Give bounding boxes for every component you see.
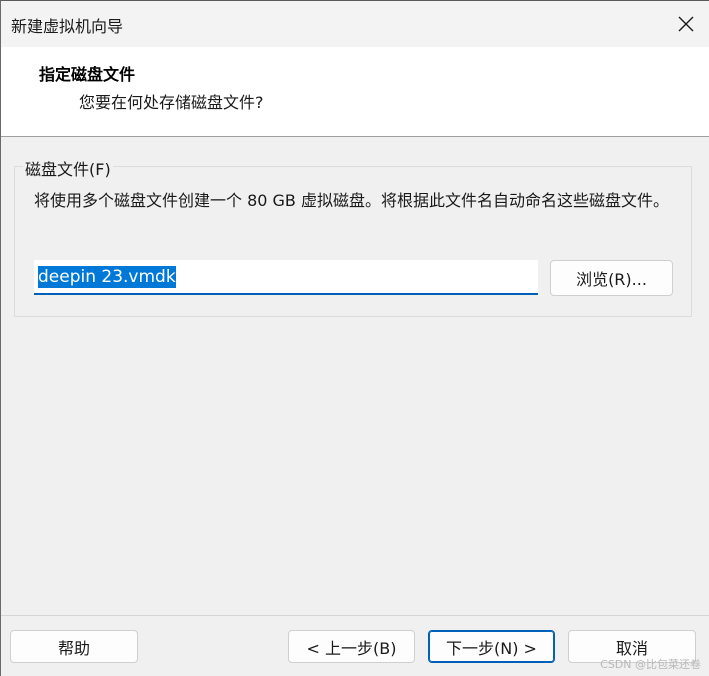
back-button[interactable]: < 上一步(B) xyxy=(288,630,415,663)
close-icon xyxy=(678,16,694,32)
wizard-header: 指定磁盘文件 您要在何处存储磁盘文件? xyxy=(1,47,709,137)
close-button[interactable] xyxy=(669,7,703,41)
help-button[interactable]: 帮助 xyxy=(10,630,138,663)
disk-file-group-legend: 磁盘文件(F) xyxy=(23,156,113,180)
disk-file-name-input[interactable]: deepin 23.vmdk xyxy=(34,260,538,295)
title-bar: 新建虚拟机向导 xyxy=(1,1,709,47)
browse-button[interactable]: 浏览(R)... xyxy=(550,260,673,296)
footer-divider xyxy=(1,615,709,616)
window-title: 新建虚拟机向导 xyxy=(11,17,124,36)
new-vm-wizard-window: 新建虚拟机向导 指定磁盘文件 您要在何处存储磁盘文件? 磁盘文件(F) 将使用多… xyxy=(0,0,709,676)
disk-file-name-value: deepin 23.vmdk xyxy=(38,265,176,288)
page-subtitle: 您要在何处存储磁盘文件? xyxy=(79,93,264,112)
csdn-watermark: CSDN @比包菜还卷 xyxy=(600,658,701,671)
page-title: 指定磁盘文件 xyxy=(39,65,136,84)
next-button[interactable]: 下一步(N) > xyxy=(428,630,555,663)
disk-file-description: 将使用多个磁盘文件创建一个 80 GB 虚拟磁盘。将根据此文件名自动命名这些磁盘… xyxy=(34,191,669,210)
